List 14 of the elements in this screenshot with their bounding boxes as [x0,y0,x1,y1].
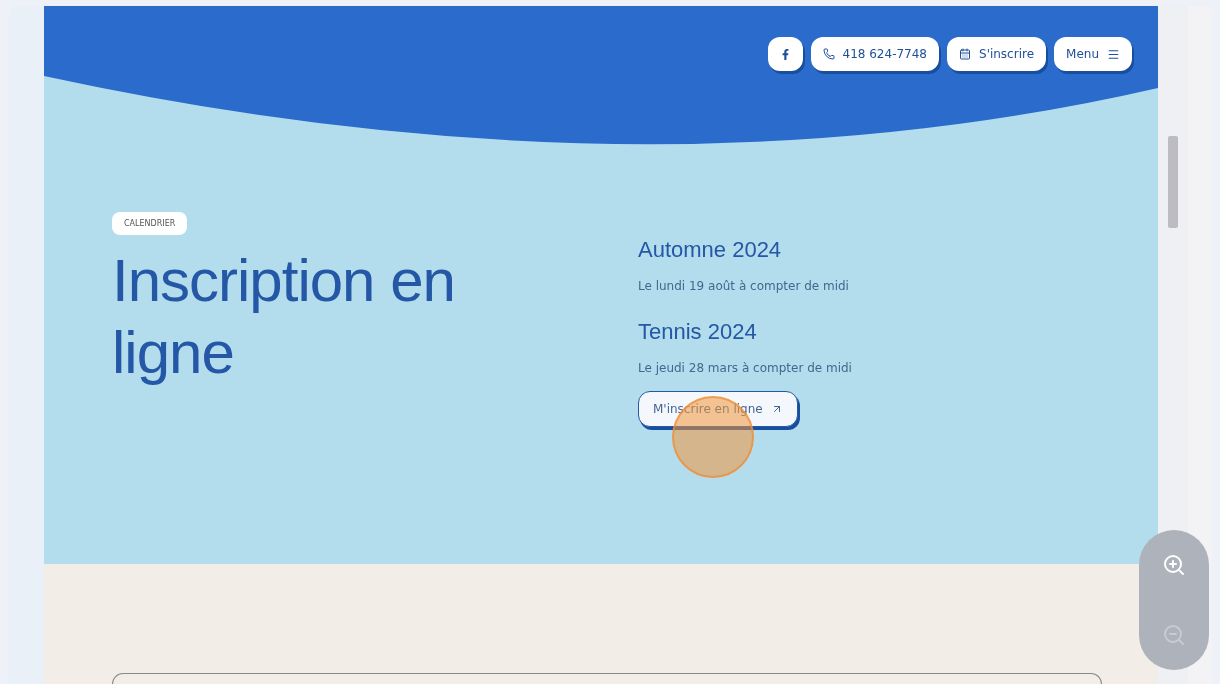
page-title: Inscription en ligne [112,246,456,388]
session-title: Automne 2024 [638,237,783,263]
zoom-in-button[interactable] [1162,553,1186,577]
session-date: Le jeudi 28 mars à compter de midi [638,361,852,375]
session-title: Tennis 2024 [638,319,758,345]
calendar-button[interactable]: S'inscrire [947,37,1047,71]
menu-icon [1107,47,1120,61]
menu-button[interactable]: Menu [1054,37,1132,71]
session-date: Le lundi 19 août à compter de midi [638,279,850,293]
scrollbar-thumb[interactable] [1168,136,1178,228]
phone-icon [822,48,835,60]
phone-button[interactable]: 418 624-7748 [810,37,939,71]
calendar-icon [959,48,971,60]
category-tag: CALENDRIER [112,212,188,235]
